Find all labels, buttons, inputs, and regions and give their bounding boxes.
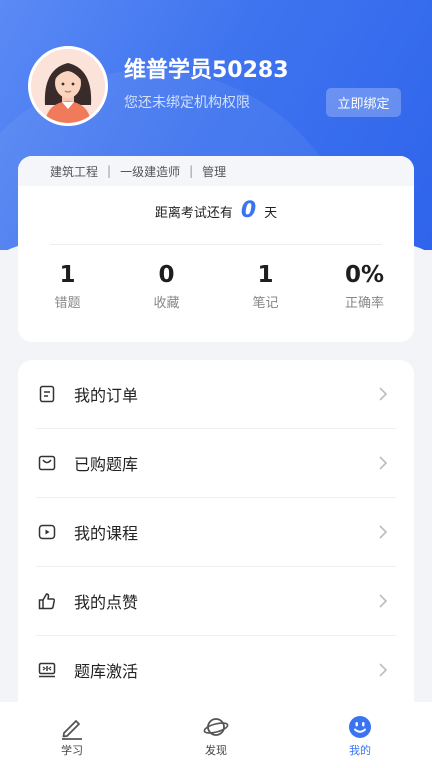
- chevron-right-icon: [379, 525, 388, 539]
- activate-icon: [38, 661, 56, 679]
- menu-card: 我的订单 已购题库 我的课程 我的点赞 题库激活: [18, 360, 414, 710]
- stat-value: 1: [257, 262, 274, 288]
- menu-item-label: 题库激活: [74, 662, 139, 681]
- video-icon: [38, 523, 56, 541]
- avatar[interactable]: [28, 46, 108, 126]
- countdown-days: 0: [240, 198, 257, 223]
- exam-countdown: 距离考试还有 0 天: [18, 200, 414, 222]
- course-path-subject: 管理: [202, 164, 227, 179]
- planet-icon: [203, 718, 229, 736]
- pencil-icon: [62, 720, 82, 740]
- countdown-prefix: 距离考试还有: [154, 205, 233, 221]
- menu-item-label: 我的订单: [74, 386, 139, 405]
- chevron-right-icon: [379, 663, 388, 677]
- stat-notes[interactable]: 1 笔记: [216, 262, 315, 311]
- bag-icon: [38, 454, 56, 472]
- profile-name: 维普学员50283: [124, 58, 289, 83]
- stat-accuracy[interactable]: 0% 正确率: [315, 262, 414, 311]
- menu-item-label: 我的课程: [74, 524, 139, 543]
- course-path-separator: |: [189, 164, 194, 178]
- course-path-category: 建筑工程: [50, 164, 99, 179]
- menu-item-my-likes[interactable]: 我的点赞: [36, 567, 396, 636]
- chevron-right-icon: [379, 594, 388, 608]
- tab-discover[interactable]: 发现: [144, 702, 288, 768]
- menu-item-purchased-banks[interactable]: 已购题库: [36, 429, 396, 498]
- menu-item-label: 已购题库: [74, 455, 139, 474]
- stat-label: 正确率: [344, 296, 384, 311]
- thumbs-up-icon: [38, 592, 56, 610]
- chevron-right-icon: [379, 387, 388, 401]
- divider: [50, 244, 382, 245]
- stat-value: 0: [158, 262, 175, 288]
- stat-label: 收藏: [153, 296, 180, 311]
- course-path-separator: |: [107, 164, 112, 178]
- menu-item-activate-bank[interactable]: 题库激活: [36, 636, 396, 705]
- stat-value: 1: [59, 262, 76, 288]
- countdown-suffix: 天: [264, 205, 278, 221]
- order-icon: [38, 385, 56, 403]
- chevron-right-icon: [379, 456, 388, 470]
- tab-study[interactable]: 学习: [0, 702, 144, 768]
- stats-row: 1 错题 0 收藏 1 笔记 0% 正确率: [18, 262, 414, 311]
- avatar-illustration: [31, 49, 105, 123]
- stat-label: 错题: [54, 296, 81, 311]
- tab-label: 发现: [205, 744, 227, 757]
- bottom-tab-bar: 学习 发现 我的: [0, 702, 432, 768]
- stat-value: 0%: [344, 262, 385, 288]
- stats-card: 建筑工程 | 一级建造师 | 管理 距离考试还有 0 天 1 错题 0 收藏 1…: [18, 156, 414, 342]
- stat-label: 笔记: [252, 296, 279, 311]
- profile-subtitle: 您还未绑定机构权限: [124, 95, 250, 111]
- menu-item-my-courses[interactable]: 我的课程: [36, 498, 396, 567]
- bind-now-button[interactable]: 立即绑定: [326, 88, 401, 117]
- course-path[interactable]: 建筑工程 | 一级建造师 | 管理: [18, 156, 414, 186]
- tab-label: 学习: [61, 744, 83, 757]
- stat-wrong-questions[interactable]: 1 错题: [18, 262, 117, 311]
- tab-mine[interactable]: 我的: [288, 702, 432, 768]
- smiley-icon: [349, 716, 371, 738]
- stat-favorites[interactable]: 0 收藏: [117, 262, 216, 311]
- menu-item-orders[interactable]: 我的订单: [36, 360, 396, 429]
- tab-label: 我的: [349, 744, 371, 757]
- menu-item-label: 我的点赞: [74, 593, 139, 612]
- course-path-exam: 一级建造师: [120, 164, 181, 179]
